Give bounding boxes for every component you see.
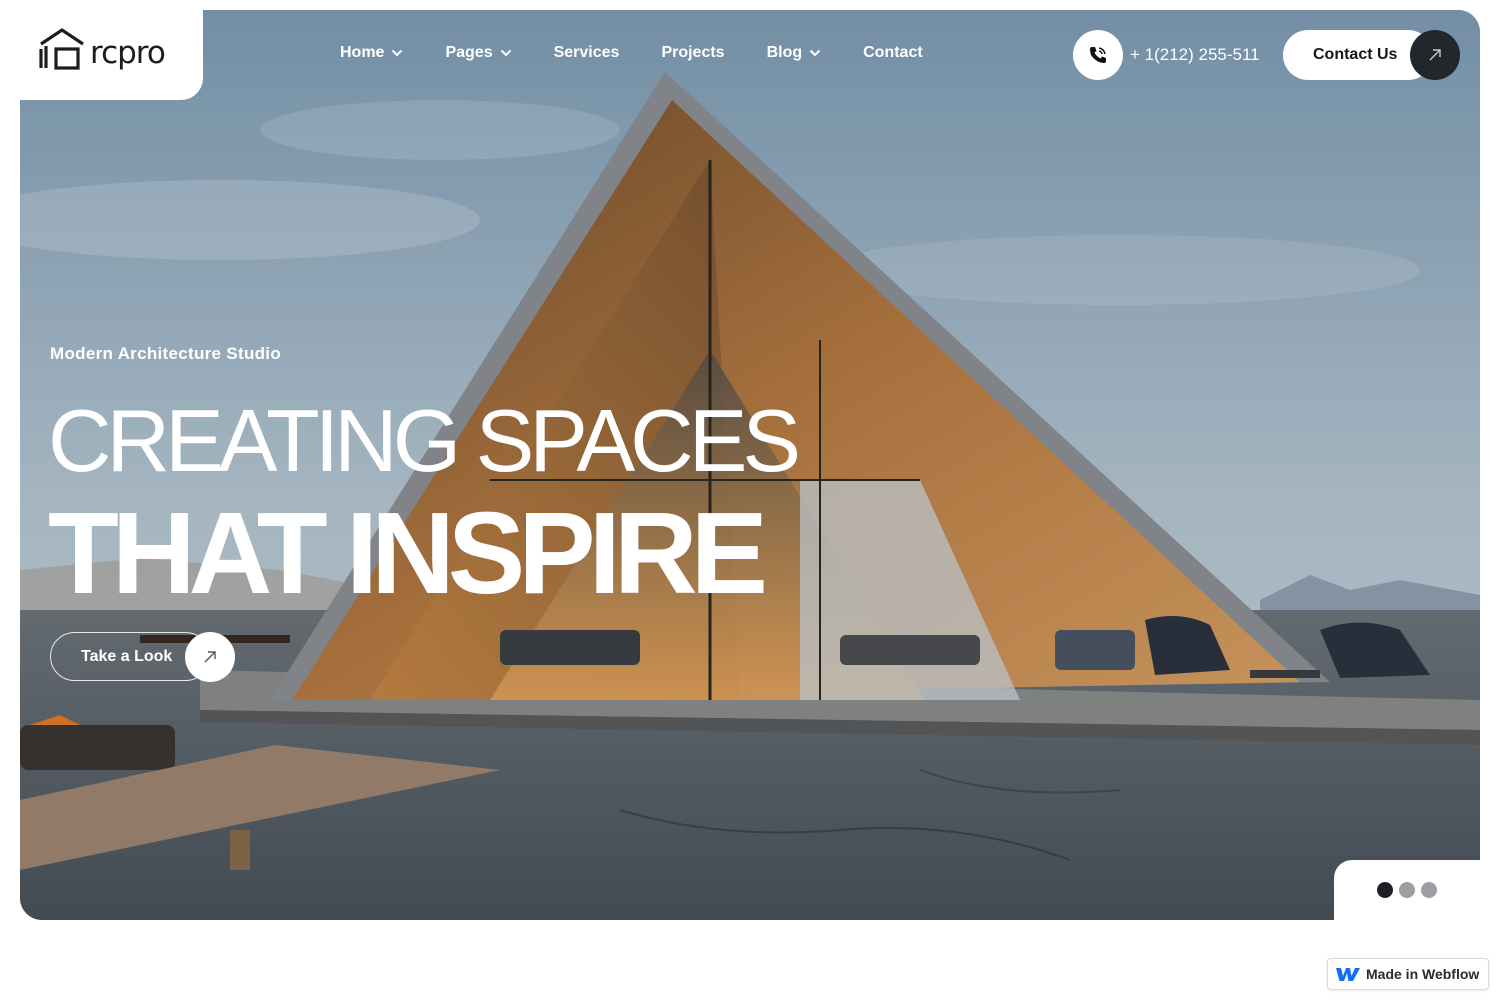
nav-item-blog[interactable]: Blog: [767, 44, 822, 62]
hero-headline-line2: THAT INSPIRE: [48, 488, 768, 618]
webflow-badge-label: Made in Webflow: [1366, 966, 1480, 982]
slider-dot-1[interactable]: [1377, 882, 1393, 898]
nav-item-services[interactable]: Services: [554, 44, 620, 62]
arrow-up-right-icon: [1429, 49, 1441, 61]
nav-item-label: Contact: [863, 44, 923, 61]
logo-house-icon: [39, 28, 84, 70]
phone-icon-circle: [1073, 30, 1123, 80]
chevron-down-icon: [392, 49, 403, 57]
slider-dot-2[interactable]: [1399, 882, 1415, 898]
nav-item-label: Blog: [766, 44, 803, 61]
slider-dot-3[interactable]: [1421, 882, 1437, 898]
nav-item-label: Services: [553, 44, 620, 61]
nav-item-home[interactable]: Home: [340, 44, 403, 62]
contact-us-button[interactable]: Contact Us: [1283, 30, 1460, 80]
logo-text: rcpro: [90, 35, 166, 71]
cta-arrow-circle: [185, 632, 235, 682]
webflow-icon: [1336, 968, 1360, 981]
slider-dots: [1334, 860, 1480, 920]
nav-item-label: Pages: [445, 44, 493, 61]
chevron-down-icon: [809, 49, 821, 57]
phone-link[interactable]: + 1(212) 255-511: [1073, 30, 1260, 80]
nav-item-label: Home: [340, 44, 385, 61]
contact-us-label: Contact Us: [1313, 46, 1398, 63]
phone-icon: [1090, 47, 1106, 63]
webflow-badge[interactable]: Made in Webflow: [1327, 958, 1489, 990]
chevron-down-icon: [500, 49, 511, 57]
hero-eyebrow: Modern Architecture Studio: [50, 344, 282, 363]
nav-item-pages[interactable]: Pages: [445, 44, 511, 62]
page: rcpro Home Pages Services Projects Blog …: [0, 0, 1500, 1000]
arrow-up-right-icon: [204, 651, 216, 663]
phone-number: + 1(212) 255-511: [1130, 45, 1260, 64]
nav-item-projects[interactable]: Projects: [661, 44, 724, 62]
contact-arrow-circle: [1410, 30, 1460, 80]
take-a-look-button[interactable]: Take a Look: [50, 632, 236, 682]
nav-item-contact[interactable]: Contact: [863, 44, 923, 62]
hero-headline-line1: CREATING SPACES: [48, 391, 801, 490]
logo-container[interactable]: rcpro: [0, 0, 203, 100]
take-a-look-label: Take a Look: [81, 647, 173, 665]
nav-item-label: Projects: [661, 44, 725, 61]
main-nav: Home Pages Services Projects Blog Contac…: [340, 44, 965, 62]
